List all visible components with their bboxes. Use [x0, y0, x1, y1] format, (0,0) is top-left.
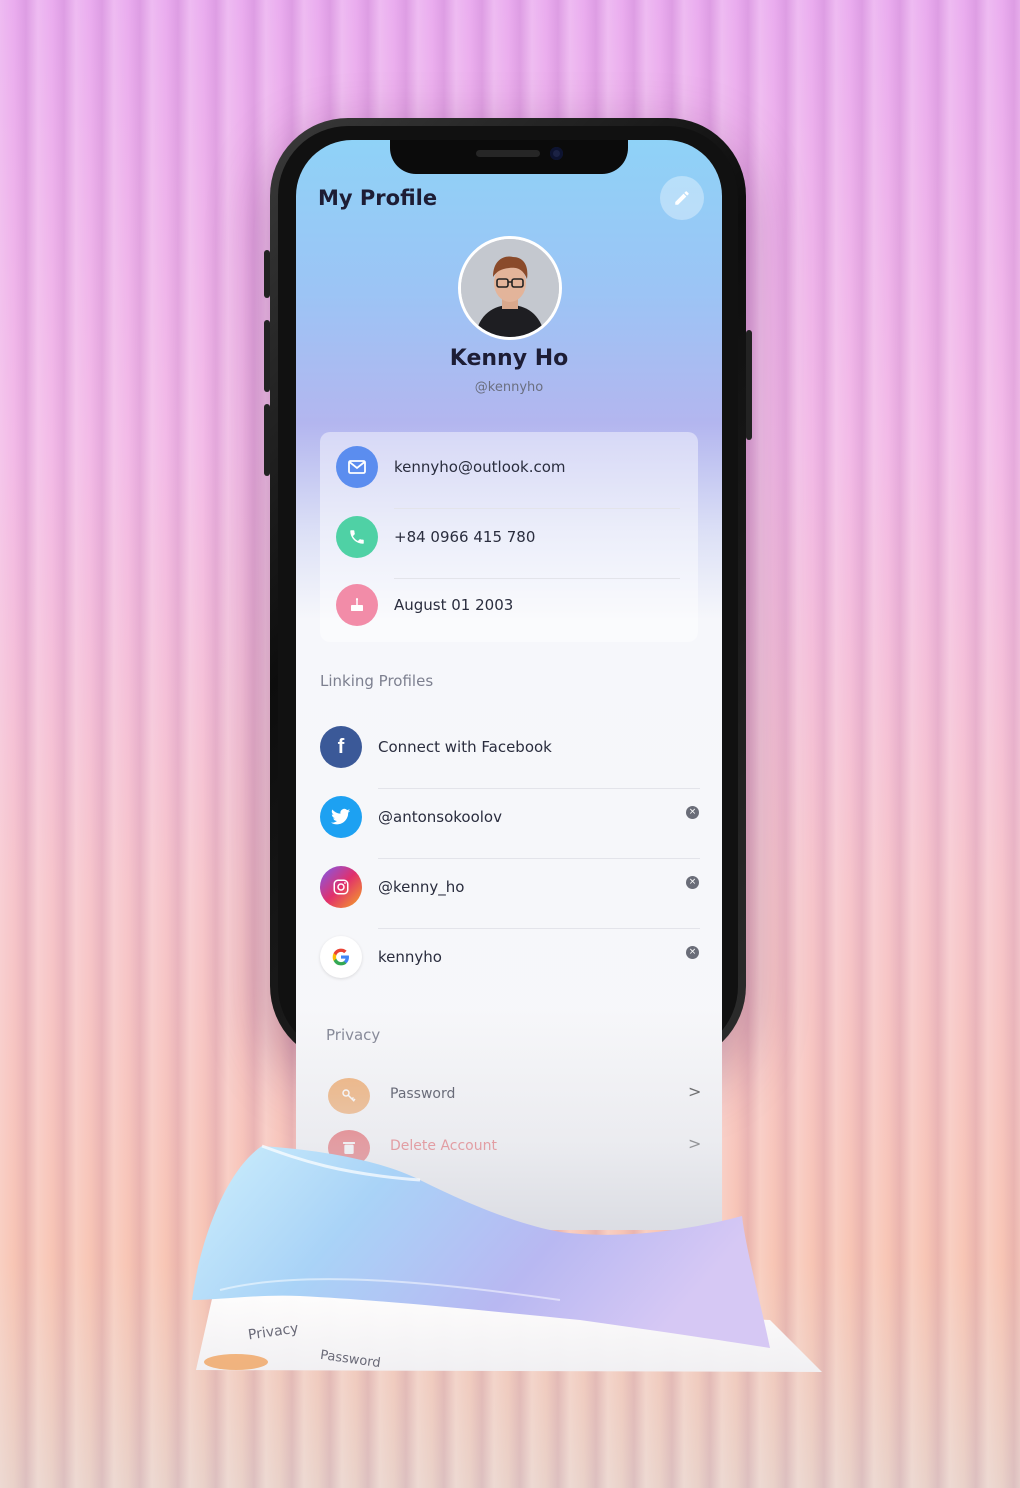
delete-account-label: Delete Account [390, 1138, 497, 1154]
privacy-heading: Privacy [326, 1026, 381, 1044]
trash-icon [328, 1130, 370, 1166]
profile-name: Kenny Ho [449, 346, 569, 371]
twitter-row[interactable]: @antonsokoolov × [320, 796, 700, 859]
divider [378, 858, 700, 859]
app-stage: My Profile Kenny Ho @kennyho kennyho@out… [0, 0, 1020, 1488]
pencil-icon [675, 191, 689, 205]
twitter-handle: @antonsokoolov [378, 808, 502, 826]
facebook-label: Connect with Facebook [378, 738, 552, 756]
phone-row[interactable]: +84 0966 415 780 [336, 516, 680, 579]
birthday-value: August 01 2003 [394, 596, 514, 614]
volume-down-button [264, 404, 270, 476]
password-row[interactable]: Password > [328, 1078, 704, 1114]
remove-instagram-icon[interactable]: × [686, 876, 699, 889]
speaker [476, 150, 540, 157]
paper-password-text: Password [319, 1347, 382, 1372]
facebook-row[interactable]: f Connect with Facebook [320, 726, 700, 789]
birthday-row[interactable]: August 01 2003 [336, 584, 680, 628]
chevron-right-icon: > [688, 1134, 702, 1153]
divider [378, 928, 700, 929]
google-account: kennyho [378, 948, 442, 966]
mail-icon [336, 446, 378, 488]
edit-button[interactable] [660, 176, 704, 220]
linking-profiles-heading: Linking Profiles [320, 672, 434, 690]
twitter-icon [320, 796, 362, 838]
profile-screen: My Profile Kenny Ho @kennyho kennyho@out… [296, 140, 722, 1230]
phone-notch [390, 140, 628, 174]
instagram-icon [320, 866, 362, 908]
divider [378, 788, 700, 789]
side-button [264, 250, 270, 298]
power-button [746, 330, 752, 440]
instagram-row[interactable]: @kenny_ho × [320, 866, 700, 929]
profile-handle: @kennyho [474, 380, 544, 395]
email-row[interactable]: kennyho@outlook.com [336, 446, 680, 509]
key-icon [328, 1078, 370, 1114]
profile-photo [461, 239, 559, 337]
password-label: Password [390, 1086, 456, 1102]
phone-value: +84 0966 415 780 [394, 528, 536, 546]
phone-icon [336, 516, 378, 558]
google-icon [320, 936, 362, 978]
instagram-handle: @kenny_ho [378, 878, 465, 896]
divider [394, 578, 680, 579]
divider [394, 508, 680, 509]
google-row[interactable]: kennyho × [320, 936, 700, 980]
volume-up-button [264, 320, 270, 392]
facebook-icon: f [320, 726, 362, 768]
front-camera [550, 147, 563, 160]
remove-twitter-icon[interactable]: × [686, 806, 699, 819]
page-title: My Profile [318, 186, 438, 210]
paper-privacy-text: Privacy [247, 1320, 300, 1344]
chevron-right-icon: > [688, 1082, 702, 1101]
remove-google-icon[interactable]: × [686, 946, 699, 959]
delete-account-row[interactable]: Delete Account > [328, 1130, 704, 1166]
email-value: kennyho@outlook.com [394, 458, 566, 476]
avatar[interactable] [458, 236, 562, 340]
cake-icon [336, 584, 378, 626]
